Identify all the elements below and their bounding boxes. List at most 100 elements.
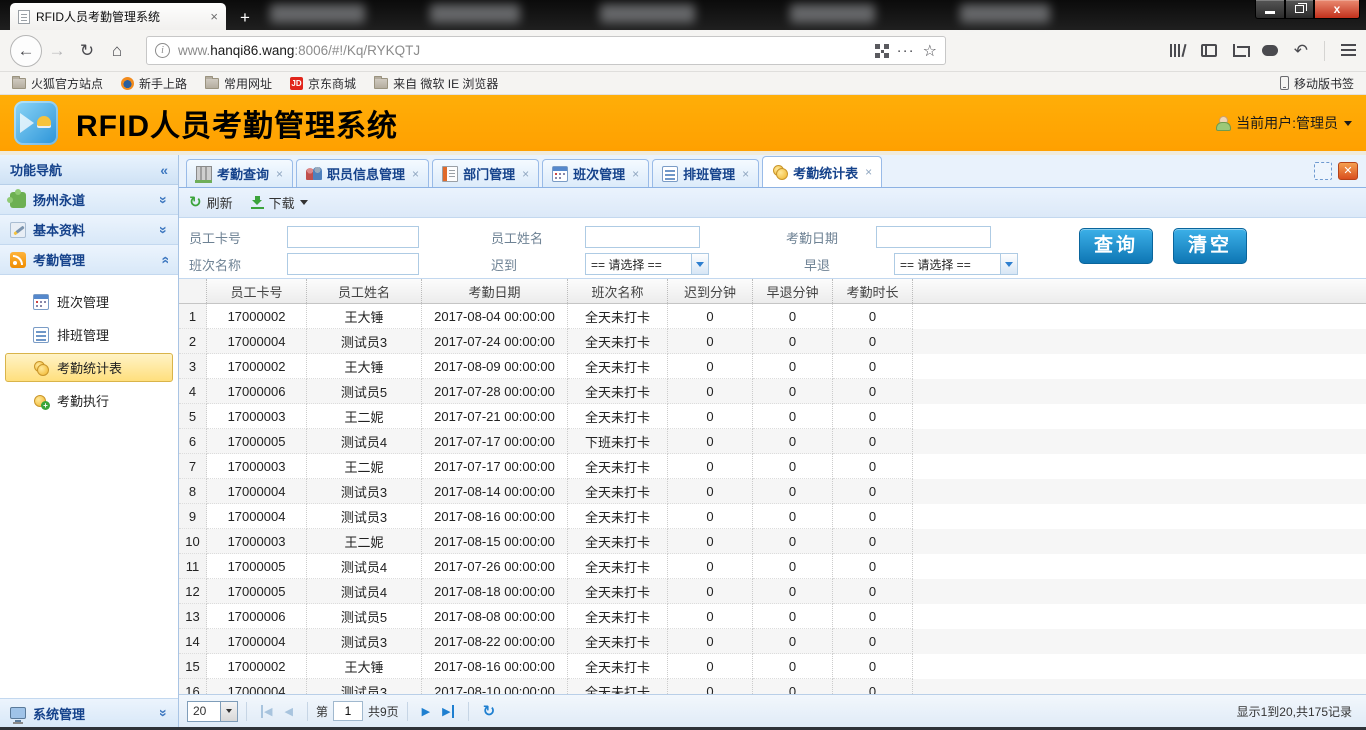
tab-shift[interactable]: 班次管理 ×: [542, 159, 649, 187]
tab-staff-info[interactable]: 职员信息管理 ×: [296, 159, 429, 187]
select-arrow-icon[interactable]: [691, 254, 708, 274]
chevron-up-icon[interactable]: »: [157, 256, 171, 264]
table-row[interactable]: 1317000006测试员52017-08-08 00:00:00全天未打卡00…: [179, 604, 1366, 629]
sidebar-group-attendance[interactable]: 考勤管理 »: [0, 245, 178, 275]
table-row[interactable]: 317000002王大锤2017-08-09 00:00:00全天未打卡000: [179, 354, 1366, 379]
sidebar-item-shift-management[interactable]: 班次管理: [5, 287, 173, 316]
table-row[interactable]: 117000002王大锤2017-08-04 00:00:00全天未打卡000: [179, 304, 1366, 329]
sidebar-item-attendance-exec[interactable]: 考勤执行: [5, 386, 173, 415]
tab-close-icon[interactable]: ×: [210, 10, 218, 23]
table-row[interactable]: 1517000002王大锤2017-08-16 00:00:00全天未打卡000: [179, 654, 1366, 679]
tab-department[interactable]: 部门管理 ×: [432, 159, 539, 187]
restore-button[interactable]: [1285, 0, 1314, 19]
close-panel-icon[interactable]: ✕: [1338, 162, 1358, 180]
table-row[interactable]: 1117000005测试员42017-07-26 00:00:00全天未打卡00…: [179, 554, 1366, 579]
select-arrow-icon[interactable]: [221, 701, 238, 722]
table-row[interactable]: 1217000005测试员42017-08-18 00:00:00全天未打卡00…: [179, 579, 1366, 604]
screenshot-icon[interactable]: [1233, 44, 1246, 57]
forward-button[interactable]: →: [42, 41, 72, 61]
site-info-icon[interactable]: i: [155, 43, 170, 58]
page-actions-icon[interactable]: ···: [897, 42, 915, 59]
first-page-button[interactable]: ◀: [261, 705, 272, 718]
clear-button[interactable]: 清空: [1173, 228, 1247, 264]
chevron-down-icon[interactable]: »: [157, 196, 171, 204]
home-button[interactable]: ⌂: [102, 41, 132, 61]
table-row[interactable]: 717000003王二妮2017-07-17 00:00:00全天未打卡000: [179, 454, 1366, 479]
shift-name-input[interactable]: [287, 253, 419, 275]
header-cell[interactable]: 考勤日期: [422, 279, 568, 303]
table-row[interactable]: 1617000004测试员32017-08-10 00:00:00全天未打卡00…: [179, 679, 1366, 694]
window-close-button[interactable]: x: [1314, 0, 1360, 19]
maximize-panel-icon[interactable]: [1314, 162, 1332, 180]
sidebar-group-basic-data[interactable]: 基本资料 »: [0, 215, 178, 245]
bookmark-item[interactable]: JD京东商城: [290, 75, 356, 92]
bookmark-item[interactable]: 新手上路: [121, 75, 187, 92]
collapse-icon[interactable]: «: [160, 163, 168, 177]
header-cell[interactable]: 迟到分钟: [668, 279, 753, 303]
tab-close-icon[interactable]: ×: [742, 167, 749, 181]
next-page-button[interactable]: ▶: [422, 705, 430, 718]
tab-close-icon[interactable]: ×: [632, 167, 639, 181]
table-row[interactable]: 817000004测试员32017-08-14 00:00:00全天未打卡000: [179, 479, 1366, 504]
qr-code-icon[interactable]: [875, 44, 889, 58]
tab-close-icon[interactable]: ×: [412, 167, 419, 181]
mobile-bookmarks[interactable]: 移动版书签: [1280, 75, 1354, 92]
table-row[interactable]: 917000004测试员32017-08-16 00:00:00全天未打卡000: [179, 504, 1366, 529]
url-bar[interactable]: i www.hanqi86.wang:8006/#!/Kq/RYKQTJ ···…: [146, 36, 946, 65]
early-leave-select[interactable]: == 请选择 ==: [894, 253, 1018, 275]
table-row[interactable]: 1017000003王二妮2017-08-15 00:00:00全天未打卡000: [179, 529, 1366, 554]
table-row[interactable]: 517000003王二妮2017-07-21 00:00:00全天未打卡000: [179, 404, 1366, 429]
tab-close-icon[interactable]: ×: [276, 167, 283, 181]
undo-icon[interactable]: ↶: [1294, 44, 1308, 58]
table-row[interactable]: 617000005测试员42017-07-17 00:00:00下班未打卡000: [179, 429, 1366, 454]
header-cell[interactable]: 员工姓名: [307, 279, 422, 303]
chevron-down-icon[interactable]: »: [157, 709, 171, 717]
tab-attendance-query[interactable]: 考勤查询 ×: [186, 159, 293, 187]
refresh-button[interactable]: ↻ 刷新: [189, 193, 233, 212]
table-row[interactable]: 1417000004测试员32017-08-22 00:00:00全天未打卡00…: [179, 629, 1366, 654]
prev-page-button[interactable]: ◀: [284, 705, 292, 718]
sidebar-group-system[interactable]: 系统管理 »: [0, 698, 178, 727]
pager-refresh-icon[interactable]: ↻: [483, 702, 496, 720]
download-button[interactable]: 下载: [251, 193, 308, 212]
table-row[interactable]: 217000004测试员32017-07-24 00:00:00全天未打卡000: [179, 329, 1366, 354]
current-user-menu[interactable]: 当前用户:管理员: [1215, 113, 1352, 133]
query-button[interactable]: 查询: [1079, 228, 1153, 264]
page-size-select[interactable]: 20: [187, 701, 238, 722]
browser-tab[interactable]: RFID人员考勤管理系统 ×: [10, 3, 226, 30]
messages-icon[interactable]: [1262, 45, 1278, 56]
table-row[interactable]: 417000006测试员52017-07-28 00:00:00全天未打卡000: [179, 379, 1366, 404]
sidebar-item-attendance-stats[interactable]: 考勤统计表: [5, 353, 173, 382]
new-tab-button[interactable]: +: [232, 8, 258, 28]
sidebar-toggle-icon[interactable]: [1201, 44, 1217, 57]
bookmark-star-icon[interactable]: ☆: [923, 41, 937, 61]
bookmark-item[interactable]: 火狐官方站点: [12, 75, 103, 92]
tab-schedule[interactable]: 排班管理 ×: [652, 159, 759, 187]
sidebar-item-schedule-management[interactable]: 排班管理: [5, 320, 173, 349]
last-page-button[interactable]: ▶: [442, 705, 453, 718]
late-select[interactable]: == 请选择 ==: [585, 253, 709, 275]
header-cell[interactable]: 考勤时长: [833, 279, 913, 303]
bookmark-item[interactable]: 常用网址: [205, 75, 272, 92]
chevron-down-icon[interactable]: »: [157, 226, 171, 234]
menu-icon[interactable]: [1341, 44, 1356, 57]
select-arrow-icon[interactable]: [1000, 254, 1017, 274]
header-cell[interactable]: 员工卡号: [207, 279, 307, 303]
sidebar-header[interactable]: 功能导航 «: [0, 155, 178, 185]
tab-close-icon[interactable]: ×: [865, 165, 872, 179]
minimize-button[interactable]: [1255, 0, 1285, 19]
sidebar-group-yangzhou[interactable]: 扬州永道 »: [0, 185, 178, 215]
url-text[interactable]: www.hanqi86.wang:8006/#!/Kq/RYKQTJ: [178, 43, 867, 58]
header-cell[interactable]: 班次名称: [568, 279, 668, 303]
bookmark-item[interactable]: 来自 微软 IE 浏览器: [374, 75, 498, 92]
back-button[interactable]: ←: [10, 35, 42, 67]
card-number-input[interactable]: [287, 226, 419, 248]
page-number-input[interactable]: [333, 701, 363, 721]
header-cell[interactable]: 早退分钟: [753, 279, 833, 303]
employee-name-input[interactable]: [585, 226, 700, 248]
reload-button[interactable]: ↻: [72, 41, 102, 61]
attendance-date-input[interactable]: [876, 226, 991, 248]
library-icon[interactable]: [1170, 43, 1185, 58]
tab-close-icon[interactable]: ×: [522, 167, 529, 181]
tab-attendance-stats[interactable]: 考勤统计表 ×: [762, 156, 882, 187]
